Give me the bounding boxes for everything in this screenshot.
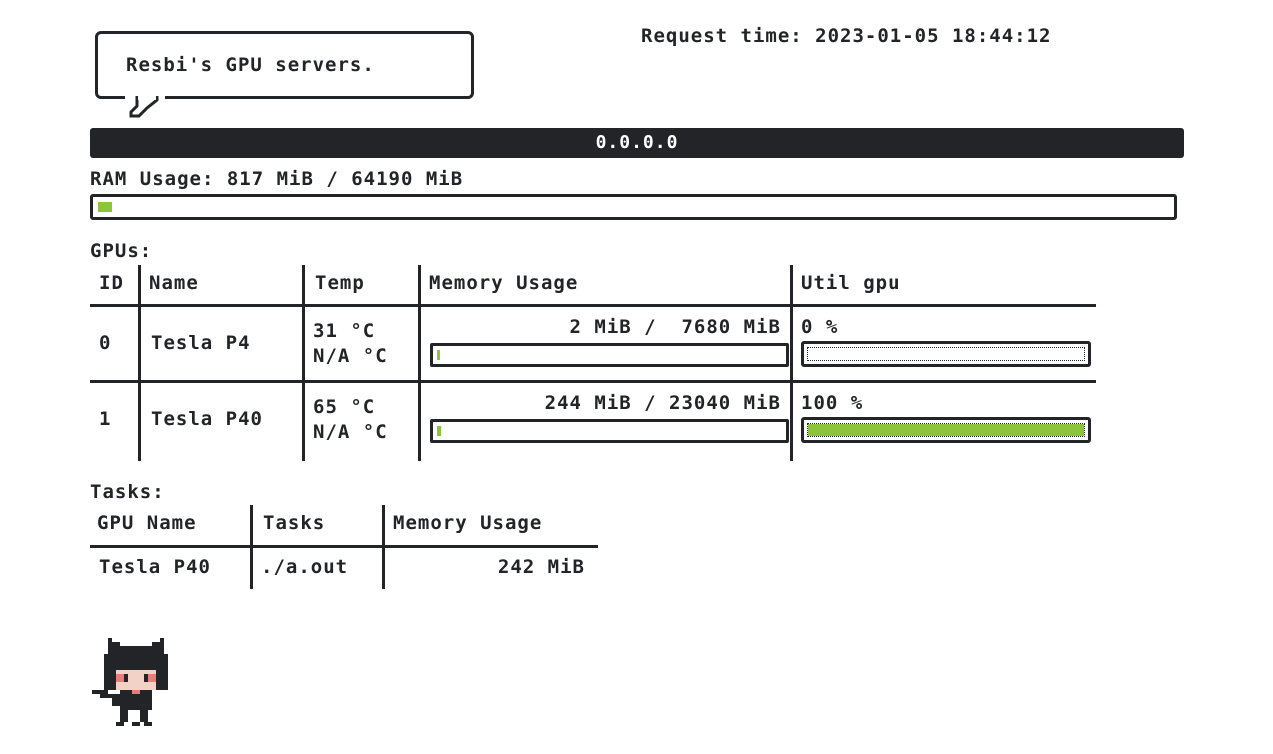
gpu-temp-secondary: N/A °C — [313, 421, 388, 443]
gpu-temp: 65 °C — [313, 396, 376, 418]
task-process: ./a.out — [261, 556, 349, 578]
gpu-id: 1 — [99, 408, 112, 430]
gpu-memory-text: 2 MiB / 7680 MiB — [569, 316, 781, 338]
gpu-memory-bar — [430, 343, 789, 367]
gpu-util-text: 100 % — [801, 392, 864, 414]
gpu-memory-fill — [437, 426, 441, 436]
gpu-util-text: 0 % — [801, 316, 839, 338]
speech-bubble: Resbi's GPU servers. — [95, 31, 474, 99]
gpu-col-util: Util gpu — [801, 272, 901, 294]
gpu-col-temp: Temp — [315, 272, 365, 294]
gpu-temp: 31 °C — [313, 320, 376, 342]
host-address-banner: 0.0.0.0 — [90, 128, 1184, 158]
pixel-cat-mascot-icon — [92, 638, 168, 726]
bubble-title: Resbi's GPU servers. — [126, 54, 375, 76]
gpu-util-bar — [801, 341, 1091, 367]
ram-usage-label: RAM Usage: 817 MiB / 64190 MiB — [90, 168, 464, 190]
gpu-memory-text: 244 MiB / 23040 MiB — [544, 392, 781, 414]
gpu-col-memory: Memory Usage — [429, 272, 579, 294]
gpu-col-id: ID — [99, 272, 124, 294]
gpus-section-label: GPUs: — [90, 240, 153, 262]
gpu-util-fill — [808, 424, 1084, 436]
tasks-section-label: Tasks: — [90, 481, 165, 503]
task-memory: 242 MiB — [497, 556, 585, 578]
tasks-col-tasks: Tasks — [263, 512, 326, 534]
gpu-col-name: Name — [149, 272, 199, 294]
gpu-name: Tesla P4 — [151, 332, 251, 354]
gpu-util-bar — [801, 417, 1091, 443]
ram-usage-bar — [90, 194, 1177, 220]
tasks-col-memory: Memory Usage — [393, 512, 543, 534]
task-gpu-name: Tesla P40 — [99, 556, 211, 578]
speech-bubble-tail-icon — [125, 96, 165, 118]
ram-usage-fill — [98, 202, 112, 212]
gpu-id: 0 — [99, 332, 112, 354]
tasks-col-gpu-name: GPU Name — [97, 512, 197, 534]
gpu-name: Tesla P40 — [151, 408, 263, 430]
gpu-memory-fill — [437, 350, 440, 360]
gpu-temp-secondary: N/A °C — [313, 345, 388, 367]
request-time: Request time: 2023-01-05 18:44:12 — [641, 25, 1052, 47]
gpu-memory-bar — [430, 419, 789, 443]
